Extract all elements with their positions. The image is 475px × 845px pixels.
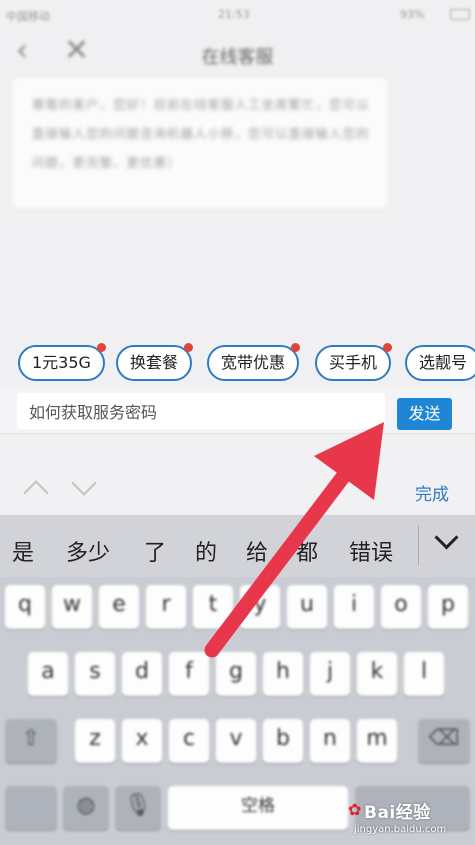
status-bar: 中国移动 21:53 93% (0, 0, 475, 30)
space-key[interactable]: 空格 (168, 786, 348, 830)
key-d[interactable]: d (122, 652, 162, 696)
candidate-word[interactable]: 多少 (66, 535, 110, 567)
nav-bar: ‹ ✕ 在线客服 (0, 30, 475, 76)
badge-dot (184, 343, 194, 352)
key-n[interactable]: n (310, 719, 350, 763)
key-y[interactable]: y (240, 585, 280, 629)
key-c[interactable]: c (169, 719, 209, 763)
chip-label: 买手机 (329, 353, 378, 372)
key-a[interactable]: a (28, 652, 68, 696)
chip-buy-phone[interactable]: 买手机 (315, 343, 393, 381)
key-g[interactable]: g (216, 652, 256, 696)
chip-broadband-offer[interactable]: 宽带优惠 (207, 343, 301, 381)
key-z[interactable]: z (75, 719, 115, 763)
chip-1yuan-35g[interactable]: 1元35G (18, 343, 106, 381)
number-mode-key[interactable] (5, 786, 57, 830)
key-m[interactable]: m (357, 719, 397, 763)
done-button[interactable]: 完成 (415, 480, 449, 505)
baidu-jingyan-watermark: ✿ Bai经验 jingyan.baidu.com (346, 796, 471, 842)
badge-dot (383, 343, 393, 352)
key-s[interactable]: s (75, 652, 115, 696)
microphone-key[interactable]: 🎙 (115, 786, 161, 830)
key-k[interactable]: k (357, 652, 397, 696)
carrier-label: 中国移动 (6, 10, 50, 23)
key-v[interactable]: v (216, 719, 256, 763)
battery-percent: 93% (400, 8, 425, 21)
badge-dot (291, 343, 301, 352)
chip-change-plan[interactable]: 换套餐 (116, 343, 194, 381)
chip-label: 宽带优惠 (221, 353, 286, 372)
candidate-word[interactable]: 是 (12, 535, 34, 567)
watermark-title: Bai经验 (364, 803, 431, 823)
page-title: 在线客服 (201, 47, 274, 68)
key-o[interactable]: o (381, 585, 421, 629)
key-r[interactable]: r (146, 585, 186, 629)
quick-reply-chips: 1元35G 换套餐 宽带优惠 买手机 选靓号 (0, 341, 475, 387)
key-u[interactable]: u (287, 585, 327, 629)
candidate-word[interactable]: 了 (144, 535, 166, 567)
send-button[interactable]: 发送 (397, 398, 452, 430)
message-composer: 发送 (0, 387, 475, 433)
key-p[interactable]: p (428, 585, 468, 629)
chip-choose-number[interactable]: 选靓号 (405, 345, 475, 381)
candidate-word[interactable]: 都 (296, 535, 318, 567)
candidate-word[interactable]: 错误 (349, 535, 393, 567)
keyboard-accessory-bar: 完成 (0, 433, 475, 516)
paw-logo-icon: ✿ (348, 800, 362, 819)
candidate-divider (418, 525, 419, 565)
key-h[interactable]: h (263, 652, 303, 696)
chat-message-text: 尊敬的客户，您好！目前在线客服人工坐席繁忙，您可以直接输入您的问题咨询机器人小移… (32, 97, 370, 170)
chip-label: 选靓号 (419, 353, 468, 372)
candidate-word[interactable]: 的 (195, 535, 217, 567)
next-field-icon[interactable] (71, 470, 97, 496)
backspace-key[interactable]: ⌫ (418, 719, 470, 763)
key-b[interactable]: b (263, 719, 303, 763)
globe-key[interactable]: ◍ (63, 786, 109, 830)
key-f[interactable]: f (169, 652, 209, 696)
battery-icon (450, 9, 470, 20)
candidate-word[interactable]: 给 (246, 535, 268, 567)
key-j[interactable]: j (310, 652, 350, 696)
key-e[interactable]: e (99, 585, 139, 629)
clock: 21:53 (218, 8, 250, 21)
key-t[interactable]: t (193, 585, 233, 629)
previous-field-icon[interactable] (23, 480, 49, 506)
key-w[interactable]: w (52, 585, 92, 629)
shift-key[interactable]: ⇧ (5, 719, 57, 763)
message-input[interactable] (17, 393, 385, 429)
chat-message-bubble: 尊敬的客户，您好！目前在线客服人工坐席繁忙，您可以直接输入您的问题咨询机器人小移… (12, 78, 388, 208)
watermark-url: jingyan.baidu.com (354, 824, 447, 835)
expand-candidates-icon[interactable] (434, 525, 459, 550)
key-i[interactable]: i (334, 585, 374, 629)
badge-dot (96, 343, 106, 352)
key-l[interactable]: l (404, 652, 444, 696)
candidate-bar: 是 多少 了 的 给 都 错误 (0, 515, 475, 577)
key-q[interactable]: q (5, 585, 45, 629)
chip-label: 换套餐 (130, 353, 179, 372)
key-x[interactable]: x (122, 719, 162, 763)
chip-label: 1元35G (32, 353, 91, 372)
